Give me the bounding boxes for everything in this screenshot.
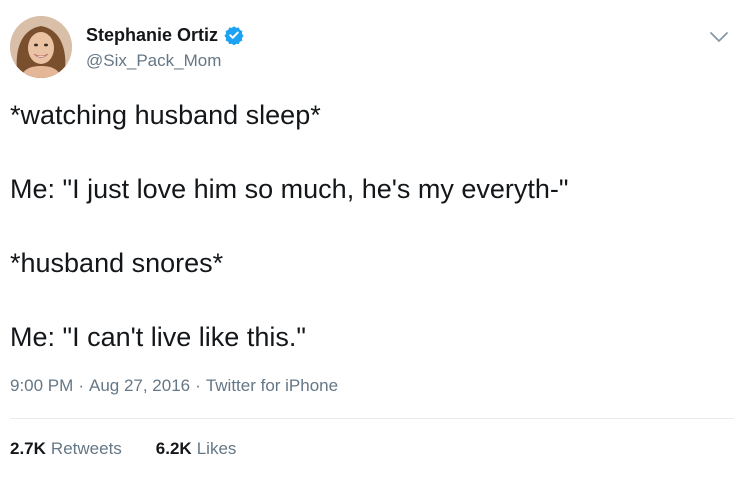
meta-separator: · bbox=[195, 376, 201, 395]
tweet-date[interactable]: Aug 27, 2016 bbox=[89, 376, 190, 395]
divider bbox=[10, 418, 734, 419]
author-name-row: Stephanie Ortiz bbox=[86, 24, 244, 46]
tweet-header: Stephanie Ortiz @Six_Pack_Mom bbox=[10, 16, 734, 80]
likes-stat[interactable]: 6.2K Likes bbox=[156, 437, 237, 461]
tweet-text: *watching husband sleep* Me: "I just lov… bbox=[10, 97, 734, 393]
tweet-metadata: 9:00 PM · Aug 27, 2016 · Twitter for iPhone bbox=[10, 374, 338, 398]
tweet-time[interactable]: 9:00 PM bbox=[10, 376, 73, 395]
chevron-down-icon[interactable] bbox=[708, 26, 730, 48]
author-display-name[interactable]: Stephanie Ortiz bbox=[86, 24, 218, 46]
likes-label: Likes bbox=[196, 439, 237, 458]
avatar[interactable] bbox=[10, 16, 72, 78]
tweet-source[interactable]: Twitter for iPhone bbox=[206, 376, 338, 395]
verified-badge-icon bbox=[224, 25, 244, 46]
author-handle[interactable]: @Six_Pack_Mom bbox=[86, 50, 221, 72]
tweet-text-line: *watching husband sleep* bbox=[10, 100, 321, 130]
tweet-text-line: Me: "I can't live like this." bbox=[10, 322, 306, 352]
tweet-text-line: *husband snores* bbox=[10, 248, 224, 278]
retweets-count: 2.7K bbox=[10, 439, 46, 458]
retweets-label: Retweets bbox=[50, 439, 122, 458]
tweet-stats: 2.7K Retweets 6.2K Likes bbox=[10, 437, 236, 461]
profile-photo-icon bbox=[10, 16, 72, 78]
meta-separator: · bbox=[78, 376, 84, 395]
likes-count: 6.2K bbox=[155, 439, 192, 458]
tweet-card: Stephanie Ortiz @Six_Pack_Mom *watching … bbox=[0, 0, 744, 478]
retweets-stat[interactable]: 2.7K Retweets bbox=[10, 437, 122, 461]
tweet-text-line: Me: "I just love him so much, he's my ev… bbox=[10, 174, 569, 204]
